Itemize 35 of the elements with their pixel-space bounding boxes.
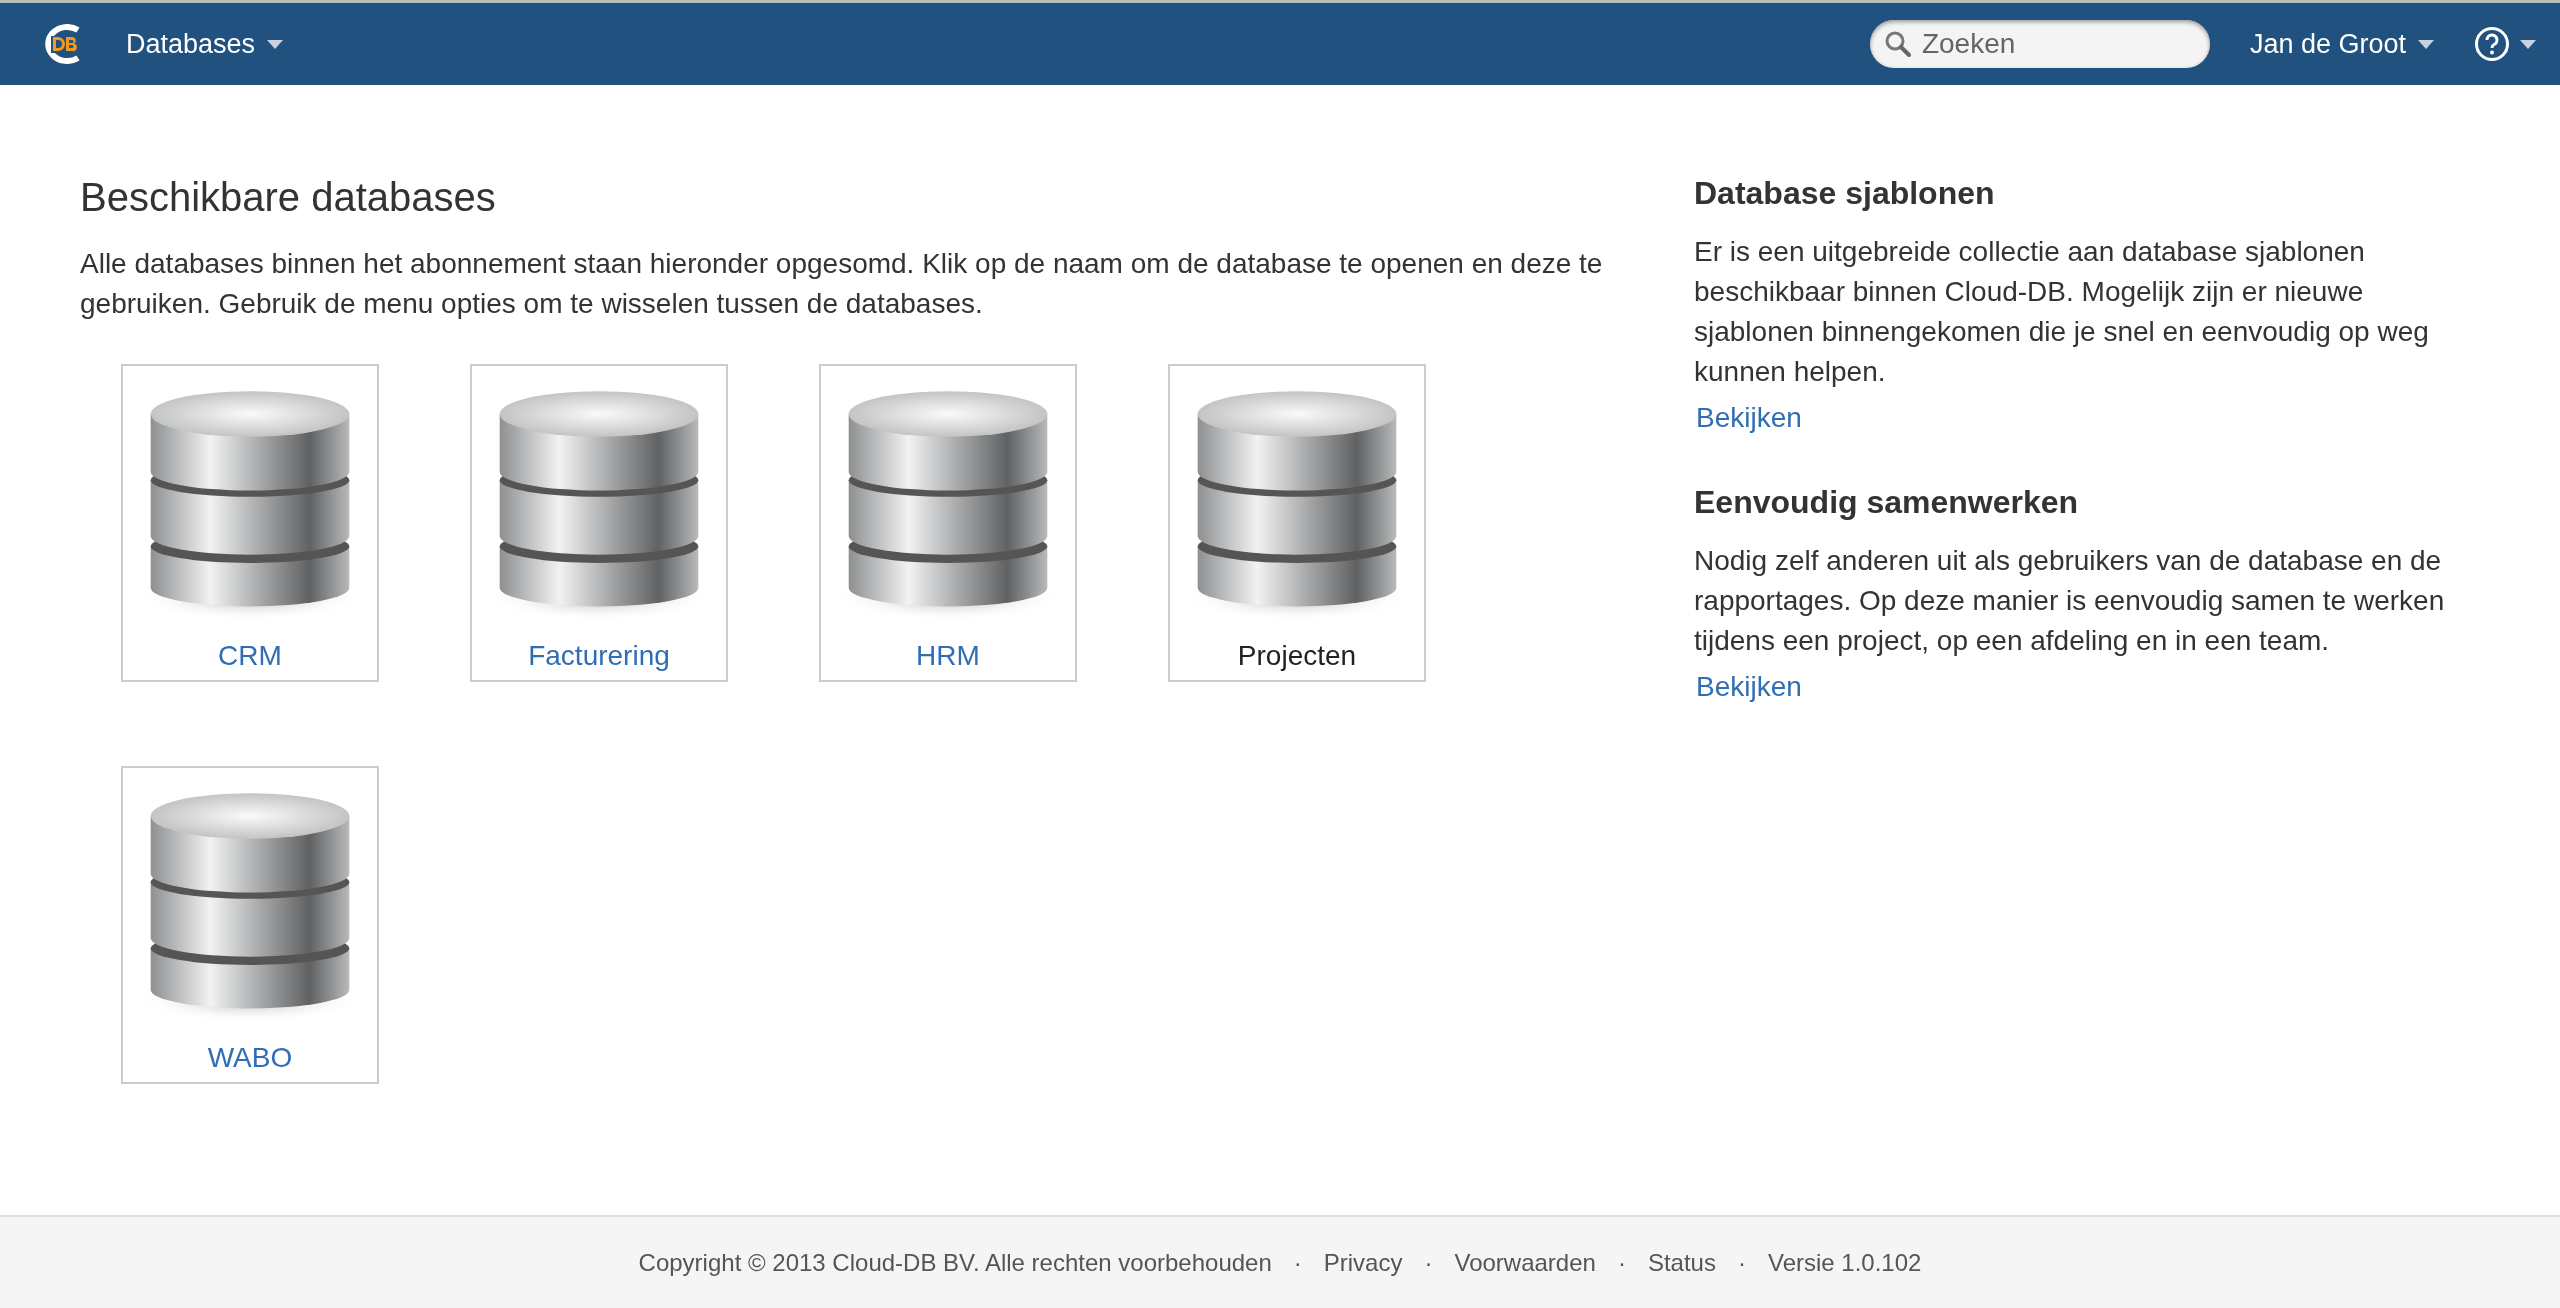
view-link[interactable]: Bekijken [1696, 402, 1802, 433]
copyright-text: Copyright © 2013 Cloud-DB BV. Alle rechten voorbehouden [638, 1248, 1272, 1277]
footer-link[interactable]: Privacy [1323, 1248, 1403, 1277]
separator-dot: · [1617, 1248, 1626, 1277]
separator-dot: · [1424, 1248, 1433, 1277]
databases-menu[interactable]: Databases [126, 28, 284, 60]
section-text: Nodig zelf anderen uit als gebruikers van de database en de rapportages. Op deze manier is eenvoudig samen te werken tijdens een project, op een afdeling en in een team. [1694, 544, 2446, 658]
database-tile[interactable]: Facturering [470, 364, 728, 682]
page-title: Beschikbare databases [80, 175, 497, 220]
section-heading: Eenvoudig samenwerken [1694, 484, 2080, 521]
section-text: Er is een uitgebreide collectie aan database sjablonen beschikbaar binnen Cloud-DB. Mogelijk zijn er nieuwe sjablonen binnengekomen die je snel en eenvoudig op weg kunnen helpen. [1694, 235, 2430, 389]
database-tile[interactable]: WABO [121, 766, 379, 1084]
view-link[interactable]: Bekijken [1696, 671, 1802, 702]
intro-text: Alle databases binnen het abonnement staan hieronder opgesomd. Klik op de naam om de database te openen en deze te gebruiken. Gebruik de menu opties om te wisselen tussen de databases. [80, 247, 1604, 321]
database-name: CRM [218, 640, 282, 672]
footer-link[interactable]: Status [1647, 1248, 1716, 1277]
help-menu[interactable] [2474, 26, 2536, 62]
database-name: Projecten [1237, 640, 1357, 672]
database-tile[interactable]: CRM [121, 364, 379, 682]
search-field[interactable]: Zoeken [1869, 20, 2210, 68]
section-heading: Database sjablonen [1694, 175, 1996, 212]
separator-dot: · [1737, 1248, 1746, 1277]
database-tile[interactable]: Projecten [1168, 364, 1426, 682]
database-name: HRM [916, 640, 980, 672]
database-tile[interactable]: HRM [819, 364, 1077, 682]
help-icon [2474, 26, 2510, 62]
caret-icon [267, 39, 284, 49]
separator-dot: · [1293, 1248, 1302, 1277]
footer-link[interactable]: Voorwaarden [1454, 1248, 1596, 1277]
version-text: Versie 1.0.102 [1767, 1248, 1922, 1277]
database-name: WABO [207, 1042, 293, 1074]
database-name: Facturering [528, 640, 670, 672]
caret-icon [2418, 39, 2434, 49]
caret-icon [2520, 39, 2536, 49]
user-menu[interactable]: Jan de Groot [2249, 28, 2434, 60]
